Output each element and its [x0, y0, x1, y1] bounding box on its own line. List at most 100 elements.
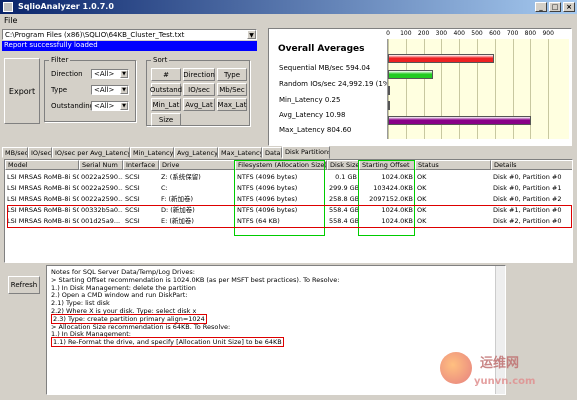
filter-direction-value: <All>	[94, 70, 115, 78]
tab-min-latency[interactable]: Min_Latency	[130, 147, 174, 158]
column-header-interface[interactable]: Interface	[123, 160, 159, 170]
metric-label-random: Random IOs/sec 24,992.19 (1% gr	[279, 80, 400, 88]
filter-type-value: <All>	[94, 86, 115, 94]
table-cell[interactable]: LSI MRSAS RoMB-8i SCSI Disk ...	[5, 183, 79, 193]
table-cell[interactable]: SCSI	[123, 194, 159, 204]
column-header-model[interactable]: Model	[5, 160, 79, 170]
column-header-serial[interactable]: Serial Num	[79, 160, 123, 170]
watermark-logo-icon	[440, 352, 472, 384]
filter-direction-label: Direction	[51, 70, 83, 78]
tab-avg-latency[interactable]: Avg_Latency	[174, 147, 218, 158]
app-icon	[3, 2, 13, 12]
sort-legend: Sort	[151, 56, 170, 64]
chevron-down-icon: ▼	[120, 70, 128, 78]
table-cell[interactable]: 0.1 GB	[327, 172, 359, 182]
close-button[interactable]: ×	[563, 2, 575, 12]
sort-minlat-button[interactable]: Min_Lat	[151, 98, 181, 111]
sort-direction-button[interactable]: Direction	[183, 68, 215, 81]
column-header-drive[interactable]: Drive	[159, 160, 235, 170]
table-cell[interactable]: 299.9 GB	[327, 183, 359, 193]
sort-type-button[interactable]: Type	[217, 68, 247, 81]
x-tick-label: 0	[386, 30, 390, 37]
file-path-value: C:\Program Files (x86)\SQLIO\64KB_Cluste…	[5, 31, 185, 39]
chevron-down-icon: ▼	[120, 102, 128, 110]
table-cell[interactable]: OK	[415, 172, 491, 182]
column-header-details[interactable]: Details	[491, 160, 572, 170]
filter-direction-select[interactable]: <All> ▼	[91, 69, 129, 79]
bar-plot: 0 100 200 300 400 500 600 700 800 900	[386, 30, 569, 139]
bar-random-ios-sec	[388, 70, 433, 79]
rows-highlight	[7, 205, 572, 228]
notes-highlight-text: 1.1) Re-Format the drive, and specify [A…	[51, 337, 284, 348]
export-button[interactable]: Export	[4, 58, 40, 124]
x-tick-label: 200	[417, 30, 430, 37]
sort-maxlat-button[interactable]: Max_Lat	[217, 98, 247, 111]
table-cell[interactable]: Disk #0, Partition #1	[491, 183, 572, 193]
metric-label-avg-latency: Avg_Latency 10.98	[279, 111, 346, 119]
x-tick-label: 700	[506, 30, 519, 37]
sort-mbsec-button[interactable]: Mb/Sec	[217, 83, 247, 96]
table-cell[interactable]: LSI MRSAS RoMB-8i SCSI Disk ...	[5, 172, 79, 182]
sort-group: Sort # Direction Type Outstand IO/sec Mb…	[146, 56, 250, 126]
sort-outstanding-button[interactable]: Outstand	[150, 83, 182, 96]
averages-chart: Overall Averages Sequential MB/sec 594.0…	[268, 28, 572, 146]
table-cell[interactable]: LSI MRSAS RoMB-8i SCSI Disk ...	[5, 194, 79, 204]
sort-size-button[interactable]: Size	[151, 113, 181, 126]
table-cell[interactable]: 0022a2590...	[79, 183, 123, 193]
chevron-down-icon[interactable]: ▼	[247, 30, 256, 39]
sort-iosec-button[interactable]: IO/sec	[183, 83, 215, 96]
table-cell[interactable]: Z: (系统保留)	[159, 172, 235, 182]
x-tick-label: 900	[542, 30, 554, 37]
sort-number-button[interactable]: #	[151, 68, 181, 81]
table-cell[interactable]: OK	[415, 194, 491, 204]
x-tick-label: 600	[489, 30, 501, 37]
minimize-button[interactable]: _	[535, 2, 547, 12]
grid-line	[548, 39, 550, 139]
table-cell[interactable]: SCSI	[123, 183, 159, 193]
x-tick-label: 500	[471, 30, 483, 37]
bar-min-latency	[388, 86, 390, 95]
table-cell[interactable]: Disk #0, Partition #0	[491, 172, 572, 182]
sort-avglat-button[interactable]: Avg_Lat	[183, 98, 215, 111]
metric-label-sequential: Sequential MB/sec 594.04	[279, 64, 371, 72]
table-cell[interactable]: 0022a2590...	[79, 194, 123, 204]
refresh-button[interactable]: Refresh	[8, 276, 40, 294]
filter-outstanding-select[interactable]: <All> ▼	[91, 101, 129, 111]
bar-sequential-mb-sec	[388, 54, 494, 63]
table-cell[interactable]: F: (新加卷)	[159, 194, 235, 204]
file-path-combo[interactable]: C:\Program Files (x86)\SQLIO\64KB_Cluste…	[2, 29, 257, 40]
table-cell[interactable]: OK	[415, 183, 491, 193]
notes-line: 2.) Open a CMD window and run DiskPart:	[51, 291, 188, 300]
table-cell[interactable]: 0022a2590...	[79, 172, 123, 182]
tab-max-latency[interactable]: Max_Latency	[218, 147, 262, 158]
filter-type-select[interactable]: <All> ▼	[91, 85, 129, 95]
tab-mbsec[interactable]: MB/sec	[2, 147, 28, 158]
table-cell[interactable]: Disk #0, Partition #2	[491, 194, 572, 204]
column-header-disk-size[interactable]: Disk Size	[327, 160, 359, 170]
filter-group: Filter Direction <All> ▼ Type <All> ▼ Ou…	[44, 56, 136, 122]
tab-iosec-per-avg-latency[interactable]: IO/sec per Avg_Latency	[52, 147, 130, 158]
watermark-text: 运维网	[480, 356, 520, 371]
watermark: 运维网 yunvn.com	[420, 352, 570, 396]
filter-type-label: Type	[51, 86, 68, 94]
tab-strip: MB/sec IO/sec IO/sec per Avg_Latency Min…	[2, 146, 575, 159]
filter-outstanding-value: <All>	[94, 102, 115, 110]
maximize-button[interactable]: □	[549, 2, 561, 12]
table-cell[interactable]: SCSI	[123, 172, 159, 182]
table-cell[interactable]: C:	[159, 183, 235, 193]
bar-avg-latency	[388, 101, 390, 110]
x-tick-label: 100	[400, 30, 412, 37]
watermark-url: yunvn.com	[474, 376, 536, 387]
tab-disk-partitions[interactable]: Disk Partitions	[282, 146, 330, 159]
tab-iosec[interactable]: IO/sec	[28, 147, 52, 158]
status-label: Report successfully loaded	[2, 41, 257, 51]
menu-bar: File	[0, 14, 577, 27]
column-header-status[interactable]: Status	[415, 160, 491, 170]
x-tick-label: 300	[435, 30, 448, 37]
metric-label-min-latency: Min_Latency 0.25	[279, 96, 341, 104]
metric-label-max-latency: Max_Latency 804.60	[279, 126, 352, 134]
tab-data[interactable]: Data	[262, 147, 282, 158]
averages-heading: Overall Averages	[278, 44, 365, 54]
menu-file[interactable]: File	[4, 16, 17, 25]
table-cell[interactable]: 258.8 GB	[327, 194, 359, 204]
